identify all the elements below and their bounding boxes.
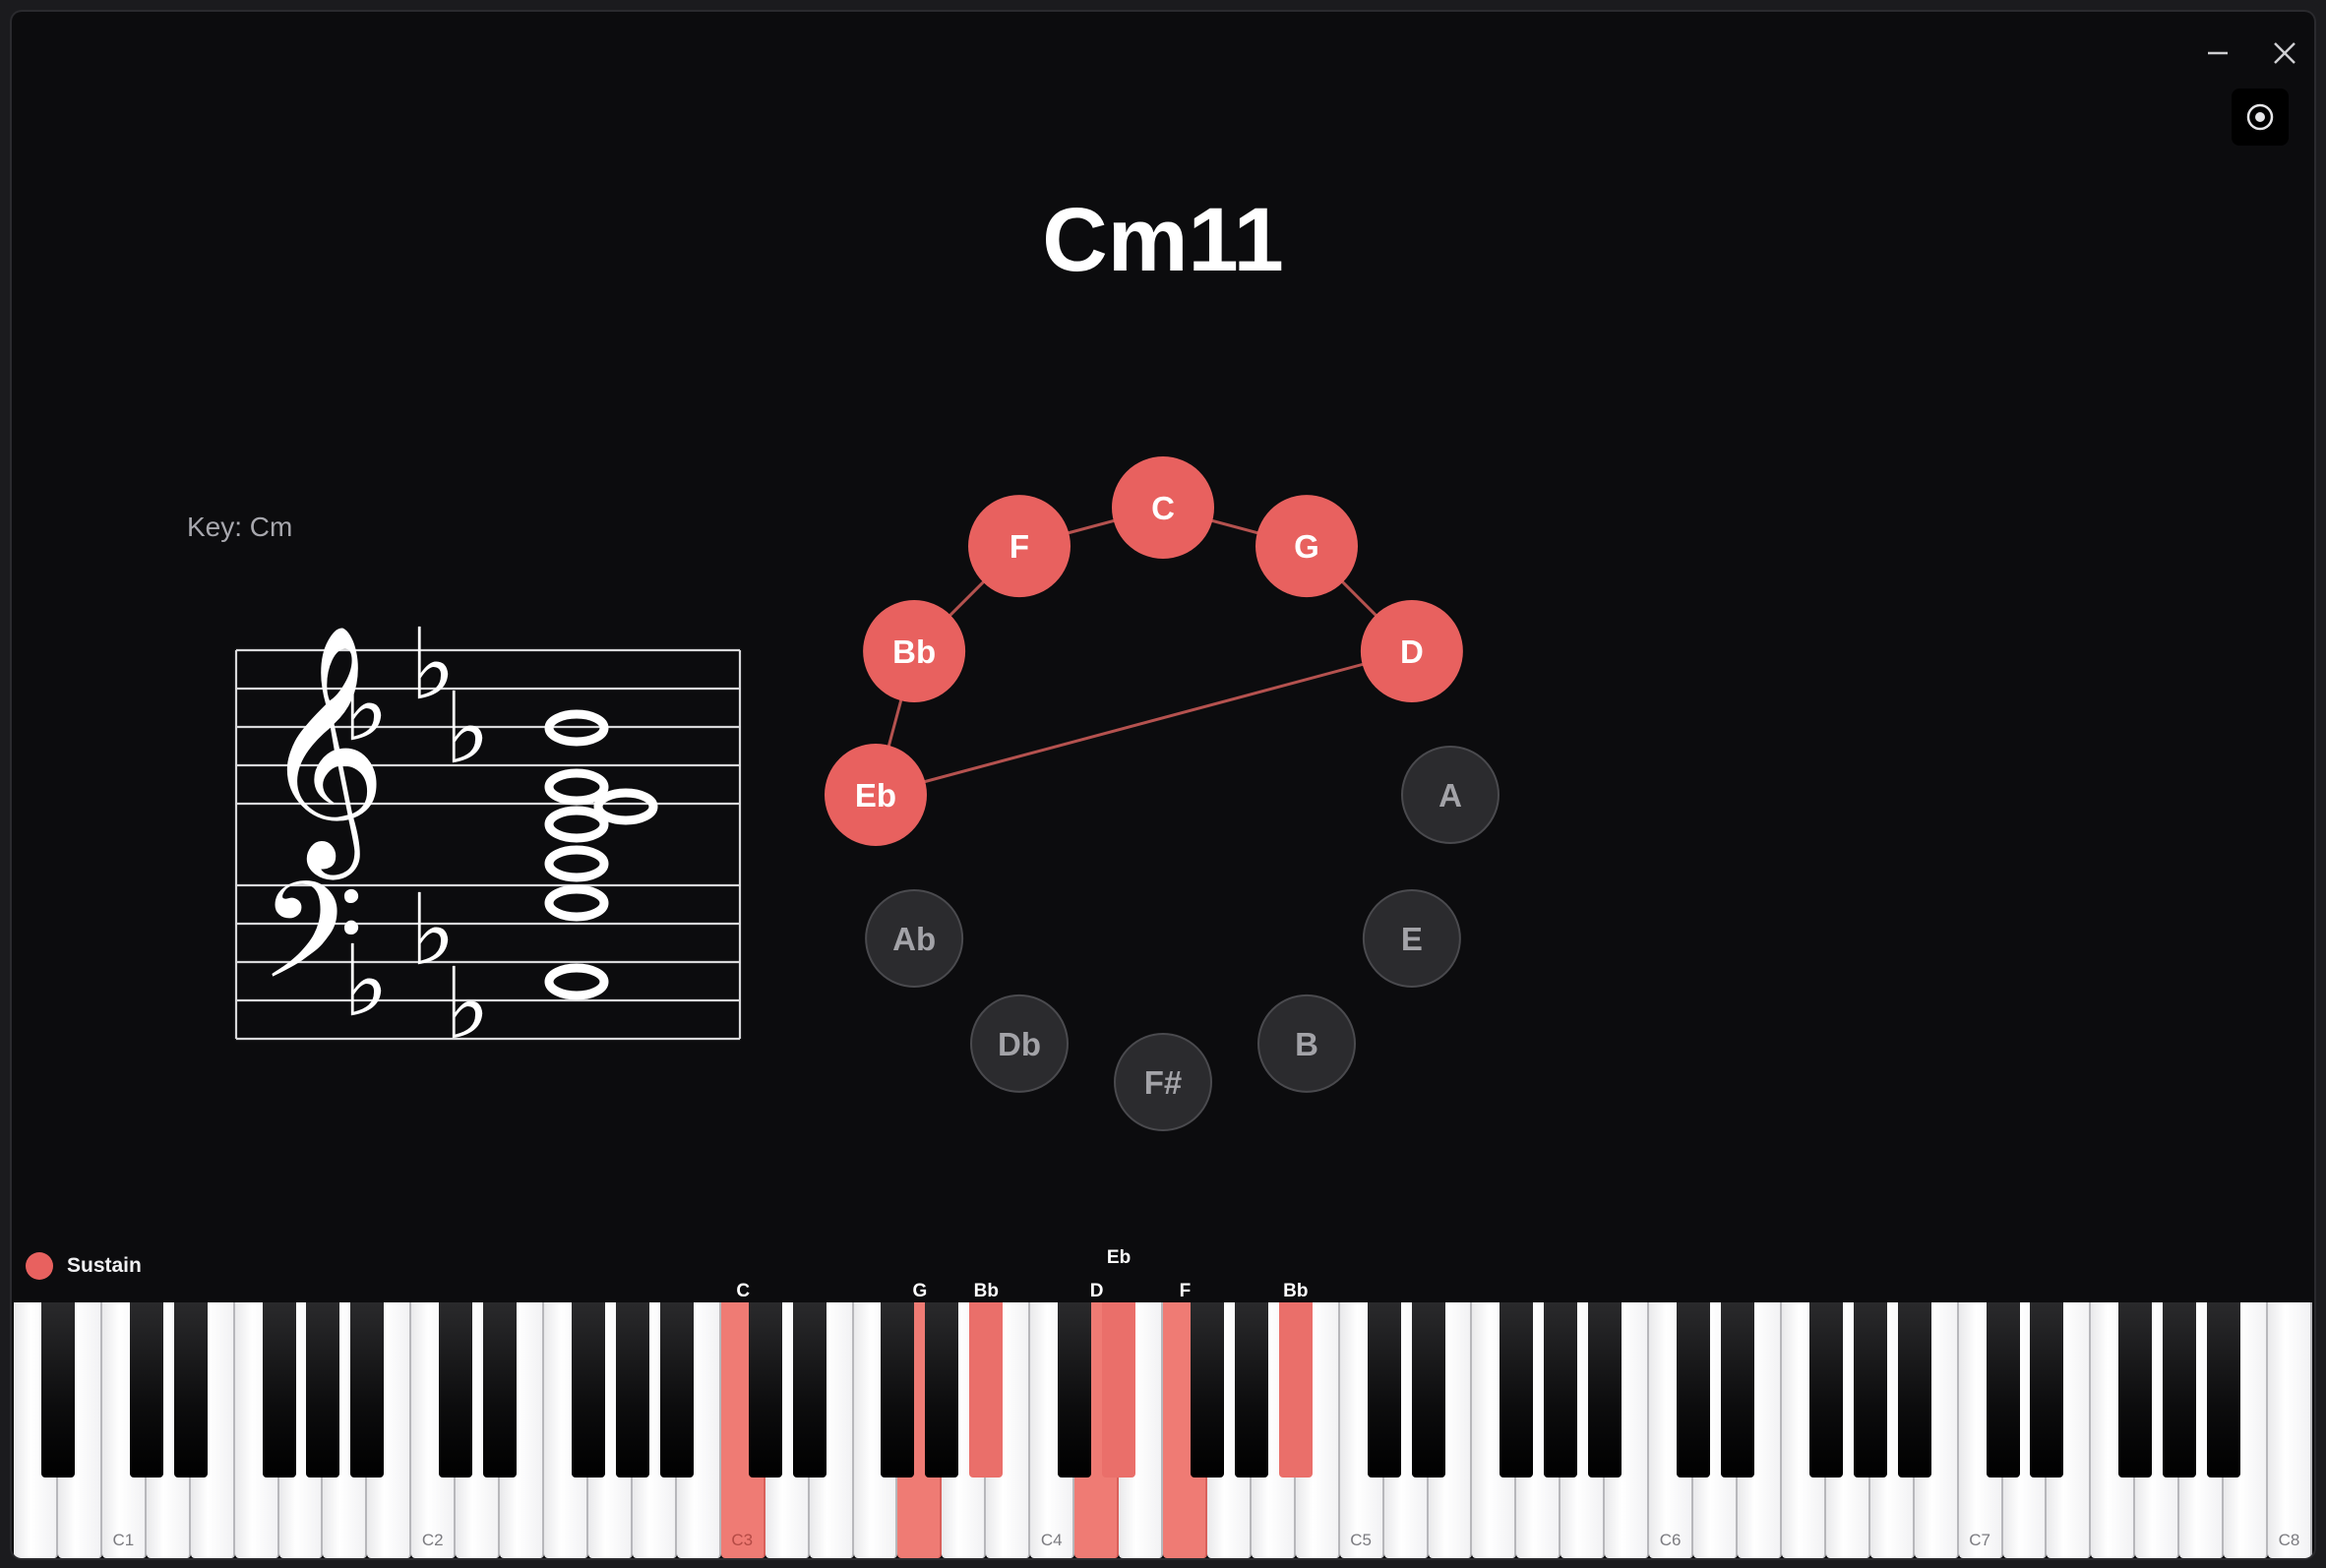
piano-key-g-sharp5[interactable] xyxy=(1544,1302,1578,1478)
circle-note-bb[interactable]: Bb xyxy=(863,600,966,702)
piano-key-a-sharp2[interactable] xyxy=(659,1302,694,1478)
close-button[interactable] xyxy=(2265,33,2304,73)
circle-note-label: F# xyxy=(1144,1064,1183,1101)
svg-text:♭: ♭ xyxy=(444,671,490,786)
circle-note-label: Bb xyxy=(892,633,936,670)
piano-key-g-sharp1[interactable] xyxy=(306,1302,340,1478)
piano-key-c-sharp4[interactable] xyxy=(1058,1302,1092,1478)
piano-key-a-sharp3[interactable] xyxy=(969,1302,1004,1478)
piano-key-f-sharp4[interactable] xyxy=(1190,1302,1224,1478)
circle-of-fifths: C G D A E B F# Db Ab Eb Bb F xyxy=(825,456,1500,1131)
circle-note-ab[interactable]: Ab xyxy=(865,889,964,988)
circle-note-label: E xyxy=(1401,921,1423,957)
sustain-label: Sustain xyxy=(67,1254,142,1277)
circle-note-label: Db xyxy=(998,1026,1041,1062)
piano-key-a-sharp7[interactable] xyxy=(2207,1302,2241,1478)
key-signature-bass: ♭ ♭ ♭ xyxy=(342,873,490,1061)
piano-key-c-sharp7[interactable] xyxy=(1986,1302,2020,1478)
octave-label: C2 xyxy=(421,1531,444,1549)
piano-key-f-sharp5[interactable] xyxy=(1500,1302,1534,1478)
piano-key-c-sharp2[interactable] xyxy=(439,1302,473,1478)
sustain-toggle[interactable]: Sustain xyxy=(26,1251,142,1281)
piano-key-c8[interactable]: C8 xyxy=(2268,1302,2312,1558)
piano-keyboard: C1 C2 C3 C4 C5 C6 C7 C8 xyxy=(14,1302,2312,1558)
piano-key-d-sharp5[interactable] xyxy=(1411,1302,1445,1478)
sustain-indicator xyxy=(26,1252,53,1280)
circle-note-b[interactable]: B xyxy=(1257,994,1356,1093)
svg-text:♭: ♭ xyxy=(444,946,490,1061)
octave-label: C1 xyxy=(112,1531,135,1549)
key-label: Key: Cm xyxy=(187,512,293,542)
played-note-label: Bb xyxy=(973,1281,999,1301)
circle-note-label: C xyxy=(1151,490,1175,526)
piano-key-f-sharp3[interactable] xyxy=(881,1302,915,1478)
chord-name: Cm11 xyxy=(1042,190,1284,290)
piano-key-g-sharp6[interactable] xyxy=(1853,1302,1887,1478)
circle-note-label: D xyxy=(1400,633,1424,670)
piano-key-g-sharp3[interactable] xyxy=(925,1302,959,1478)
piano-key-a-sharp4[interactable] xyxy=(1278,1302,1313,1478)
played-note-label: Eb xyxy=(1106,1247,1132,1268)
piano-key-d-sharp2[interactable] xyxy=(483,1302,518,1478)
svg-text:♭: ♭ xyxy=(342,924,389,1039)
piano-key-c-sharp3[interactable] xyxy=(748,1302,782,1478)
piano-key-g-sharp7[interactable] xyxy=(2163,1302,2197,1478)
piano-key-c-sharp6[interactable] xyxy=(1677,1302,1711,1478)
piano-key-g-sharp2[interactable] xyxy=(615,1302,649,1478)
circle-note-d[interactable]: D xyxy=(1360,600,1463,702)
played-note-label: Bb xyxy=(1283,1281,1309,1301)
piano-key-a-sharp6[interactable] xyxy=(1897,1302,1931,1478)
circle-note-g[interactable]: G xyxy=(1255,495,1358,598)
record-icon xyxy=(2246,103,2274,131)
circle-note-db[interactable]: Db xyxy=(970,994,1069,1093)
circle-note-label: G xyxy=(1294,528,1319,565)
played-note-label: C xyxy=(736,1281,751,1301)
piano-key-f-sharp6[interactable] xyxy=(1808,1302,1843,1478)
octave-label: C6 xyxy=(1659,1531,1682,1549)
played-note-label: G xyxy=(912,1281,928,1301)
piano-key-f-sharp2[interactable] xyxy=(572,1302,605,1478)
octave-label: C4 xyxy=(1040,1531,1063,1549)
circle-note-label: F xyxy=(1010,528,1029,565)
piano-key-f-sharp7[interactable] xyxy=(2118,1302,2153,1478)
grand-staff: 𝄞 𝄢 ♭ ♭ ♭ ♭ ♭ ♭ xyxy=(234,607,742,1061)
circle-note-label: Eb xyxy=(855,777,896,814)
circle-note-f[interactable]: F xyxy=(968,495,1071,598)
piano-key-d-sharp1[interactable] xyxy=(173,1302,208,1478)
octave-label: C7 xyxy=(1969,1531,1990,1549)
circle-note-label: Ab xyxy=(892,921,936,957)
circle-note-label: A xyxy=(1438,777,1462,814)
circle-note-eb[interactable]: Eb xyxy=(825,744,927,846)
minus-icon xyxy=(2208,51,2228,55)
piano-key-a-sharp1[interactable] xyxy=(350,1302,385,1478)
minimize-button[interactable] xyxy=(2198,33,2237,73)
circle-note-c[interactable]: C xyxy=(1112,456,1214,559)
piano-key-g-sharp4[interactable] xyxy=(1234,1302,1268,1478)
svg-text:♭: ♭ xyxy=(342,648,389,763)
octave-label: C8 xyxy=(2278,1531,2300,1549)
piano-key-a-sharp5[interactable] xyxy=(1588,1302,1622,1478)
octave-label: C3 xyxy=(731,1531,754,1549)
played-note-label: D xyxy=(1089,1281,1104,1301)
app-window: Cm11 Key: Cm 𝄞 𝄢 ♭ ♭ ♭ ♭ ♭ ♭ C G D A E B… xyxy=(12,12,2314,1558)
piano-key-d-sharp6[interactable] xyxy=(1721,1302,1754,1478)
played-note-label: F xyxy=(1179,1281,1192,1301)
circle-note-f-sharp[interactable]: F# xyxy=(1114,1033,1212,1131)
circle-note-label: B xyxy=(1295,1026,1318,1062)
piano-key-c-sharp5[interactable] xyxy=(1367,1302,1401,1478)
piano-key-d-sharp4[interactable] xyxy=(1102,1302,1136,1478)
piano-key-a-sharp0[interactable] xyxy=(40,1302,75,1478)
piano-key-c-sharp1[interactable] xyxy=(129,1302,163,1478)
chord-notes xyxy=(544,709,658,1000)
piano-key-d-sharp3[interactable] xyxy=(792,1302,826,1478)
circle-note-a[interactable]: A xyxy=(1401,746,1500,844)
close-icon xyxy=(2274,42,2295,64)
piano-key-d-sharp7[interactable] xyxy=(2030,1302,2064,1478)
circle-note-e[interactable]: E xyxy=(1362,889,1461,988)
octave-label: C5 xyxy=(1350,1531,1373,1549)
piano-key-f-sharp1[interactable] xyxy=(262,1302,296,1478)
record-button[interactable] xyxy=(2232,89,2289,146)
